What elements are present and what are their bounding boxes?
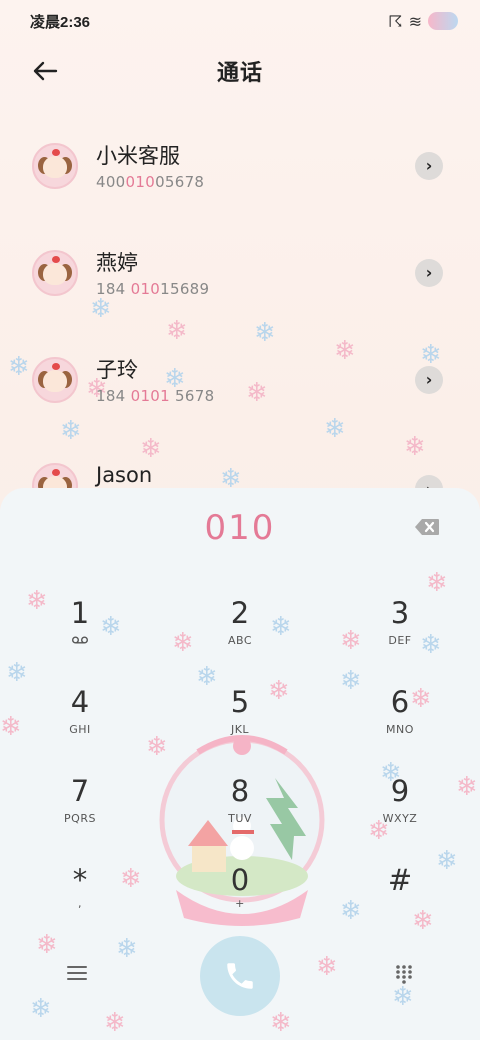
contact-number: 40001005678	[96, 173, 205, 191]
header: 通话	[0, 44, 480, 98]
dialpad-panel: ❄ ❄ ❄ ❄ ❄ ❄ ❄ ❄ ❄ ❄ ❄ ❄ ❄ ❄ ❄ ❄ ❄ ❄ ❄ ❄ …	[0, 488, 480, 1040]
contact-number: 184 01015689	[96, 280, 210, 298]
key-7[interactable]: 7 PQRS	[35, 774, 125, 844]
avatar	[32, 249, 78, 296]
contact-number: 184 0101 5678	[96, 387, 215, 405]
contact-name: 子玲	[96, 358, 138, 382]
contact-row[interactable]: 子玲 184 0101 5678 ›	[0, 326, 480, 433]
chevron-right-icon: ›	[425, 156, 433, 175]
key-hash[interactable]: #	[355, 863, 445, 933]
key-9[interactable]: 9 WXYZ	[355, 774, 445, 844]
dial-input-display: 010	[204, 508, 276, 548]
key-5[interactable]: 5 JKL	[195, 685, 285, 755]
contact-detail-button[interactable]: ›	[415, 258, 443, 287]
dialer-bottom-bar	[0, 936, 480, 1016]
key-0[interactable]: 0 +	[195, 863, 285, 933]
status-bar: 凌晨2:36 ☈ ≋	[0, 0, 480, 42]
page-title: 通话	[216, 61, 263, 86]
backspace-button[interactable]	[414, 518, 440, 536]
key-8[interactable]: 8 TUV	[195, 774, 285, 844]
phone-icon	[227, 963, 253, 989]
wifi-icon: ≋	[408, 11, 422, 31]
contact-row[interactable]: 小米客服 40001005678 ›	[0, 112, 480, 219]
contact-row[interactable]: 燕婷 184 01015689 ›	[0, 219, 480, 326]
avatar	[32, 142, 78, 189]
battery-icon	[428, 12, 458, 30]
key-2[interactable]: 2 ABC	[195, 596, 285, 666]
contact-list: 小米客服 40001005678 › 燕婷 184 01015689 › 子玲 …	[0, 112, 480, 540]
back-button[interactable]	[28, 54, 62, 88]
chevron-right-icon: ›	[425, 263, 433, 282]
status-icons: ☈ ≋	[388, 12, 458, 31]
signal-icon: ☈	[388, 11, 403, 31]
contact-name: Jason	[96, 463, 153, 487]
key-1[interactable]: 1	[35, 596, 125, 666]
dialpad-toggle-icon[interactable]	[394, 964, 414, 984]
voicemail-icon	[72, 636, 88, 644]
contact-detail-button[interactable]: ›	[415, 151, 443, 180]
contact-detail-button[interactable]: ›	[415, 365, 443, 394]
avatar	[32, 356, 78, 403]
status-time: 凌晨2:36	[30, 13, 91, 31]
menu-button[interactable]	[66, 964, 88, 982]
key-4[interactable]: 4 GHI	[35, 685, 125, 755]
key-6[interactable]: 6 MNO	[355, 685, 445, 755]
key-3[interactable]: 3 DEF	[355, 596, 445, 666]
chevron-right-icon: ›	[425, 370, 433, 389]
contact-name: 小米客服	[96, 144, 180, 168]
call-button[interactable]	[200, 936, 280, 1016]
contact-name: 燕婷	[96, 251, 138, 275]
arrow-left-icon	[33, 61, 58, 81]
key-star[interactable]: * ,	[35, 863, 125, 933]
